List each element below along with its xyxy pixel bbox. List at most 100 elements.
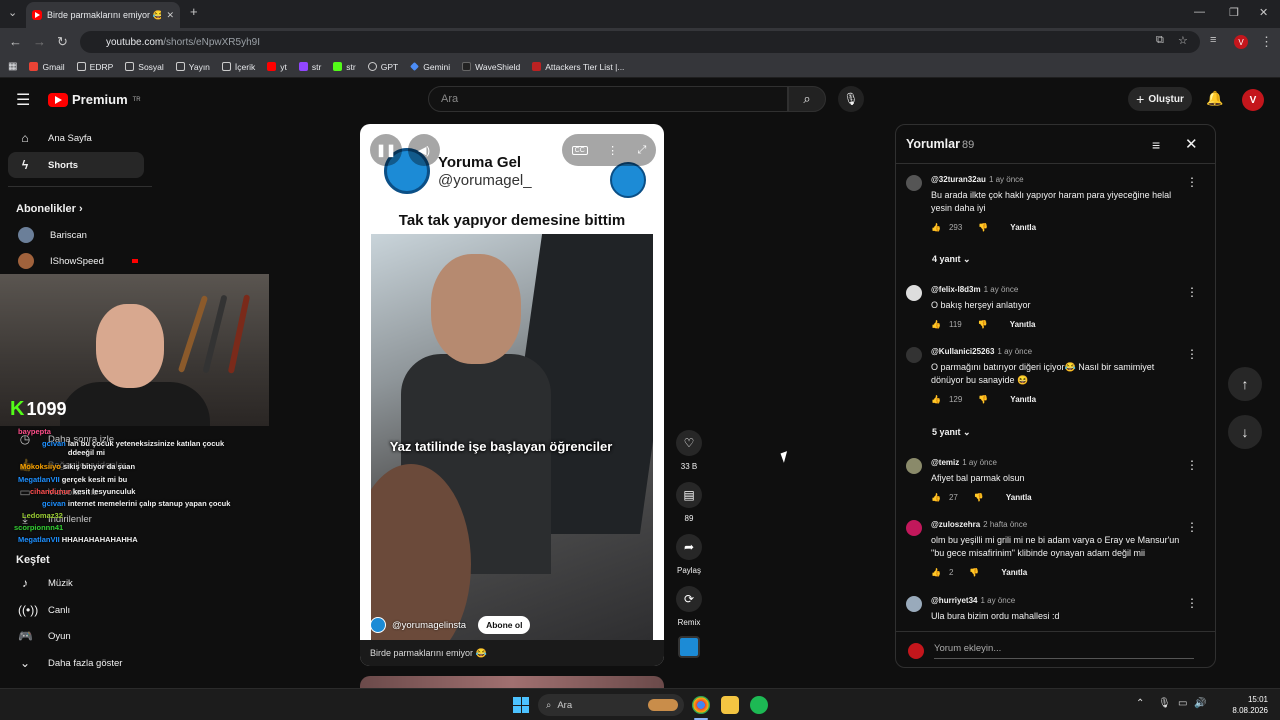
sidebar-show-more[interactable]: ⌄ Daha fazla göster <box>8 650 144 676</box>
bookmark-waveshield[interactable]: WaveShield <box>462 62 520 72</box>
thumb-up-icon[interactable]: 👍 <box>931 320 941 329</box>
spotify-icon[interactable] <box>750 696 768 714</box>
tray-network-icon[interactable]: ▭ <box>1178 698 1187 709</box>
search-input[interactable]: Ara <box>428 86 788 112</box>
reply-button[interactable]: Yanıtla <box>1010 395 1036 404</box>
tab-search-icon[interactable]: ⌄ <box>8 6 17 19</box>
comments-button[interactable]: ▤ <box>676 482 702 508</box>
pause-button[interactable]: ❚❚ <box>370 134 402 166</box>
thumb-down-icon[interactable]: 👎 <box>978 320 988 329</box>
reply-button[interactable]: Yanıtla <box>1006 493 1032 502</box>
comment-author[interactable]: @32turan32au 1 ay önce <box>931 175 1024 184</box>
commenter-avatar[interactable] <box>906 520 922 536</box>
comment-author[interactable]: @hurriyet34 1 ay önce <box>931 596 1015 605</box>
close-icon[interactable]: ✕ <box>1185 135 1198 153</box>
comment-author[interactable]: @felix-l8d3m 1 ay önce <box>931 285 1018 294</box>
commenter-avatar[interactable] <box>906 596 922 612</box>
forward-icon[interactable]: → <box>33 34 46 49</box>
more-options-icon[interactable]: ⋮ <box>607 144 618 157</box>
comment-input[interactable]: Yorum ekleyin... <box>934 643 1194 659</box>
comment-menu-icon[interactable]: ⋮ <box>1186 347 1198 361</box>
sidebar-item-shorts[interactable]: ϟ Shorts <box>8 152 144 178</box>
owner-handle[interactable]: @yorumagelinsta <box>392 620 466 631</box>
bookmark-sosyal[interactable]: Sosyal <box>125 62 164 72</box>
shorts-video-player[interactable]: Yoruma Gel @yorumagel_ Tak tak yapıyor d… <box>360 124 664 666</box>
comment-menu-icon[interactable]: ⋮ <box>1186 175 1198 189</box>
bookmark-str-twitch[interactable]: str <box>298 62 321 72</box>
thumb-down-icon[interactable]: 👎 <box>969 568 979 577</box>
restore-icon[interactable]: ❐ <box>1229 6 1239 19</box>
replies-toggle[interactable]: 5 yanıt ⌄ <box>932 427 971 438</box>
volume-button[interactable]: ◀) <box>408 134 440 166</box>
thumb-up-icon[interactable]: 👍 <box>931 223 941 232</box>
comment-menu-icon[interactable]: ⋮ <box>1186 285 1198 299</box>
bookmark-edrp[interactable]: EDRP <box>76 62 113 72</box>
browser-tab-active[interactable]: Birde parmaklarını emiyor 😂🔊 ✕ <box>26 2 180 28</box>
sidebar-item-live[interactable]: ((•)) Canlı <box>8 597 144 623</box>
comment-author[interactable]: @zuloszehra 2 hafta önce <box>931 520 1027 529</box>
search-button[interactable]: ⌕ <box>788 86 826 112</box>
video-description[interactable]: Birde parmaklarını emiyor 😂 <box>360 640 664 666</box>
window-close-icon[interactable]: ✕ <box>1259 6 1268 19</box>
sound-source-avatar[interactable] <box>678 636 700 658</box>
captions-icon[interactable]: CC <box>571 145 588 155</box>
sidebar-item-home[interactable]: ⌂ Ana Sayfa <box>8 125 144 151</box>
comment-author[interactable]: @temiz 1 ay önce <box>931 458 997 467</box>
bookmark-star-icon[interactable]: ☆ <box>1178 34 1188 47</box>
address-bar[interactable]: youtube.com/shorts/eNpwXR5yh9I <box>80 31 1200 53</box>
reply-button[interactable]: Yanıtla <box>1010 320 1036 329</box>
share-button[interactable]: ➦ <box>676 534 702 560</box>
chrome-menu-icon[interactable]: ⋮ <box>1260 34 1273 50</box>
bookmark-yayin[interactable]: Yayın <box>175 62 210 72</box>
back-icon[interactable]: ← <box>9 34 22 49</box>
voice-search-button[interactable]: 🎙 <box>838 86 864 112</box>
thumb-up-icon[interactable]: 👍 <box>931 568 941 577</box>
new-tab-icon[interactable]: + <box>190 4 198 19</box>
reply-button[interactable]: Yanıtla <box>1001 568 1027 577</box>
commenter-avatar[interactable] <box>906 458 922 474</box>
reply-button[interactable]: Yanıtla <box>1010 223 1036 232</box>
subscriptions-header[interactable]: Abonelikler › <box>16 203 83 215</box>
sidebar-item-gaming[interactable]: 🎮 Oyun <box>8 623 144 649</box>
comment-author[interactable]: @Kullanici25263 1 ay önce <box>931 347 1032 356</box>
install-app-icon[interactable]: ⧉ <box>1156 34 1164 47</box>
thumb-down-icon[interactable]: 👎 <box>978 223 988 232</box>
next-short-button[interactable]: ↓ <box>1228 415 1262 449</box>
like-button[interactable]: ♡ <box>676 430 702 456</box>
minimize-icon[interactable]: — <box>1194 6 1205 18</box>
replies-toggle[interactable]: 4 yanıt ⌄ <box>932 254 971 265</box>
create-button[interactable]: + Oluştur <box>1128 87 1192 111</box>
hamburger-menu-icon[interactable]: ☰ <box>16 90 30 110</box>
sidebar-item-music[interactable]: ♪ Müzik <box>8 570 144 596</box>
comment-menu-icon[interactable]: ⋮ <box>1186 458 1198 472</box>
bookmark-str-kick[interactable]: str <box>333 62 356 72</box>
thumb-up-icon[interactable]: 👍 <box>931 395 941 404</box>
remix-button[interactable]: ⟳ <box>676 586 702 612</box>
subscribe-button[interactable]: Abone ol <box>478 616 531 634</box>
reload-icon[interactable]: ↻ <box>57 34 68 50</box>
sidebar-sub-ishowspeed[interactable]: IShowSpeed <box>8 248 144 274</box>
commenter-avatar[interactable] <box>906 285 922 301</box>
taskbar-clock[interactable]: 15:01 8.08.2026 <box>1216 694 1268 716</box>
comment-menu-icon[interactable]: ⋮ <box>1186 596 1198 610</box>
youtube-premium-logo[interactable]: Premium TR <box>48 92 141 107</box>
bookmark-yt[interactable]: yt <box>267 62 287 72</box>
notifications-bell-icon[interactable]: 🔔 <box>1206 90 1223 107</box>
thumb-down-icon[interactable]: 👎 <box>974 493 984 502</box>
thumb-up-icon[interactable]: 👍 <box>931 493 941 502</box>
chrome-taskbar-icon[interactable] <box>692 696 710 714</box>
tray-mic-icon[interactable]: 🎙 <box>1158 698 1171 709</box>
tray-overflow-icon[interactable]: ⌃ <box>1136 698 1144 709</box>
media-control-icon[interactable]: ≡ <box>1210 34 1216 46</box>
tab-close-icon[interactable]: ✕ <box>166 10 174 21</box>
bookmark-attackers[interactable]: Attackers Tier List |... <box>532 62 624 72</box>
commenter-avatar[interactable] <box>906 175 922 191</box>
thumb-down-icon[interactable]: 👎 <box>978 395 988 404</box>
account-avatar[interactable]: V <box>1242 89 1264 111</box>
apps-grid-icon[interactable]: ▦ <box>8 61 17 72</box>
bookmark-gmail[interactable]: Gmail <box>29 62 65 72</box>
fullscreen-icon[interactable]: ⤢ <box>637 144 646 157</box>
commenter-avatar[interactable] <box>906 347 922 363</box>
sort-icon[interactable]: ≡ <box>1152 137 1160 153</box>
windows-start-icon[interactable] <box>513 697 529 713</box>
